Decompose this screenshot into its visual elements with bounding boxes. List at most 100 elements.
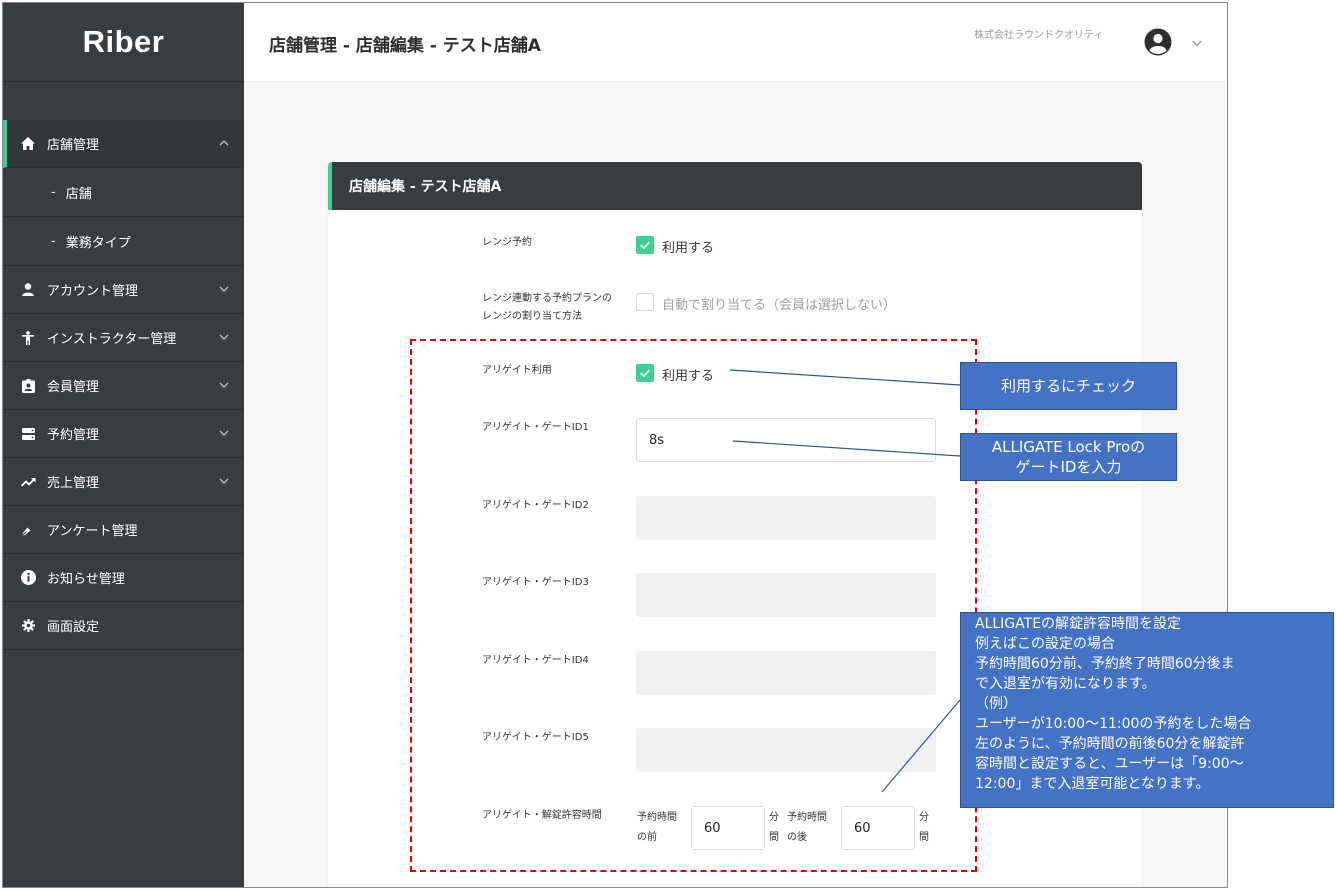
- trend-icon: [20, 474, 36, 490]
- sidebar-item-label: アカウント管理: [47, 284, 139, 299]
- callout-line: 左のように、予約時間の前後60分を解錠許: [975, 736, 1245, 752]
- server-icon: [20, 426, 36, 442]
- unlock-time-label: アリゲイト・解錠許容時間: [482, 810, 602, 821]
- sidebar-item-notice-management[interactable]: お知らせ管理: [3, 554, 244, 602]
- range-plan-option-label: 自動で割り当てる（会員は選択しない）: [662, 298, 897, 313]
- gate-id2-input[interactable]: [636, 496, 936, 540]
- chevron-down-icon: [219, 382, 229, 388]
- gate-id4-input[interactable]: [636, 651, 936, 695]
- before-minutes-input[interactable]: 60: [691, 806, 765, 850]
- unlock-time-callout: ALLIGATEの解錠許容時間を設定 例えばこの設定の場合 予約時間60分前、予…: [960, 612, 1334, 808]
- sidebar-item-label: インストラクター管理: [47, 332, 177, 347]
- sidebar-item-reservation-management[interactable]: 予約管理: [3, 410, 244, 458]
- sidebar-subitem-label: 業務タイプ: [65, 235, 131, 251]
- unit-line: 間: [919, 832, 929, 843]
- callout-line: 12:00」まで入退室可能となります。: [975, 776, 1210, 792]
- after-reservation-label: 予約時間 の後: [787, 808, 827, 848]
- before-reservation-label: 予約時間 の前: [637, 808, 677, 848]
- callout-line: （例）: [975, 696, 1017, 712]
- range-booking-label: レンジ予約: [482, 237, 532, 248]
- before-unit-label: 分 間: [769, 808, 779, 848]
- after-label-line: の後: [787, 832, 807, 843]
- sidebar-item-label: 売上管理: [47, 476, 100, 491]
- callout-line: ALLIGATE Lock Proの: [991, 438, 1146, 456]
- alligate-use-label: アリゲイト利用: [482, 365, 552, 376]
- user-avatar-icon[interactable]: [1144, 28, 1172, 56]
- range-plan-label: レンジ連動する予約プランの レンジの割り当て方法: [482, 290, 612, 326]
- pen-icon: [20, 522, 36, 538]
- figure-icon: [20, 330, 36, 346]
- gate-id5-label: アリゲイト・ゲートID5: [482, 732, 589, 743]
- check-icon: [639, 241, 651, 250]
- sidebar-item-label: アンケート管理: [47, 524, 138, 539]
- gear-icon: [20, 618, 36, 634]
- top-header: 店舗管理 - 店舗編集 - テスト店舗A 株式会社ラウンドクオリティ: [244, 3, 1227, 82]
- person-icon: [20, 282, 36, 298]
- alligate-use-option-label: 利用する: [662, 369, 715, 384]
- badge-icon: [20, 378, 36, 394]
- chevron-down-icon: [219, 430, 229, 436]
- brand-logo[interactable]: Riber: [3, 3, 244, 82]
- unit-line: 間: [769, 832, 779, 843]
- sidebar-item-instructor-management[interactable]: インストラクター管理: [3, 314, 244, 362]
- range-booking-option-label: 利用する: [662, 241, 715, 256]
- before-label-line: の前: [637, 832, 657, 843]
- card-title: 店舗編集 - テスト店舗A: [328, 162, 1142, 210]
- home-icon: [20, 136, 36, 152]
- range-plan-label-line: レンジの割り当て方法: [482, 311, 582, 322]
- callout-line: ゲートIDを入力: [1015, 458, 1122, 476]
- chevron-down-icon: [219, 286, 229, 292]
- sidebar-item-store-management[interactable]: 店舗管理: [3, 120, 244, 168]
- sidebar-item-screen-settings[interactable]: 画面設定: [3, 602, 244, 650]
- callout-line: ユーザーが10:00〜11:00の予約をした場合: [975, 716, 1252, 732]
- gate-id3-label: アリゲイト・ゲートID3: [482, 577, 589, 588]
- dash-marker: -: [51, 233, 56, 249]
- chevron-up-icon: [219, 140, 229, 146]
- sidebar-subitem-label: 店舗: [65, 186, 92, 202]
- check-icon: [639, 369, 651, 378]
- sidebar-subitem-business-type[interactable]: - 業務タイプ: [3, 217, 244, 266]
- callout-line: 容時間と設定すると、ユーザーは「9:00〜: [975, 756, 1244, 772]
- sidebar-item-label: 会員管理: [47, 380, 100, 395]
- range-booking-checkbox[interactable]: [636, 236, 654, 254]
- unit-line: 分: [769, 812, 779, 823]
- page-title: 店舗管理 - 店舗編集 - テスト店舗A: [269, 36, 541, 56]
- gate-id1-input[interactable]: 8s: [636, 418, 936, 462]
- gate-id3-input[interactable]: [636, 573, 936, 617]
- sidebar-item-label: 予約管理: [47, 428, 100, 443]
- chevron-down-icon[interactable]: [1190, 36, 1204, 50]
- info-icon: [20, 570, 36, 586]
- sidebar-item-member-management[interactable]: 会員管理: [3, 362, 244, 410]
- gate-id1-label: アリゲイト・ゲートID1: [482, 422, 589, 433]
- sidebar-item-label: 画面設定: [47, 620, 100, 635]
- sidebar-item-sales-management[interactable]: 売上管理: [3, 458, 244, 506]
- gate-id5-input[interactable]: [636, 728, 936, 772]
- sidebar-item-label: お知らせ管理: [47, 572, 125, 587]
- callout-line: 例えばこの設定の場合: [975, 636, 1115, 652]
- sidebar-subitem-store[interactable]: - 店舗: [3, 168, 244, 217]
- gate-id4-label: アリゲイト・ゲートID4: [482, 655, 589, 666]
- sidebar: Riber 店舗管理 - 店舗 - 業務タイプ アカウント管理 インストラクター…: [3, 3, 244, 887]
- check-callout: 利用するにチェック: [960, 362, 1177, 410]
- before-label-line: 予約時間: [637, 812, 677, 823]
- after-label-line: 予約時間: [787, 812, 827, 823]
- chevron-down-icon: [219, 334, 229, 340]
- range-plan-checkbox[interactable]: [636, 293, 654, 311]
- company-name: 株式会社ラウンドクオリティ: [974, 30, 1104, 41]
- sidebar-item-survey-management[interactable]: アンケート管理: [3, 506, 244, 554]
- gate-id-callout: ALLIGATE Lock Proの ゲートIDを入力: [960, 433, 1177, 481]
- after-unit-label: 分 間: [919, 808, 929, 848]
- callout-line: ALLIGATEの解錠許容時間を設定: [975, 616, 1182, 632]
- range-plan-label-line: レンジ連動する予約プランの: [482, 293, 612, 304]
- alligate-use-checkbox[interactable]: [636, 364, 654, 382]
- chevron-down-icon: [219, 478, 229, 484]
- sidebar-item-label: 店舗管理: [47, 138, 100, 153]
- gate-id2-label: アリゲイト・ゲートID2: [482, 500, 589, 511]
- unit-line: 分: [919, 812, 929, 823]
- dash-marker: -: [51, 184, 56, 200]
- sidebar-nav: 店舗管理 - 店舗 - 業務タイプ アカウント管理 インストラクター管理 会員管…: [3, 120, 244, 650]
- callout-line: 予約時間60分前、予約終了時間60分後ま: [975, 656, 1235, 672]
- after-minutes-input[interactable]: 60: [841, 806, 915, 850]
- sidebar-item-account-management[interactable]: アカウント管理: [3, 266, 244, 314]
- callout-line: で入退室が有効になります。: [975, 676, 1156, 692]
